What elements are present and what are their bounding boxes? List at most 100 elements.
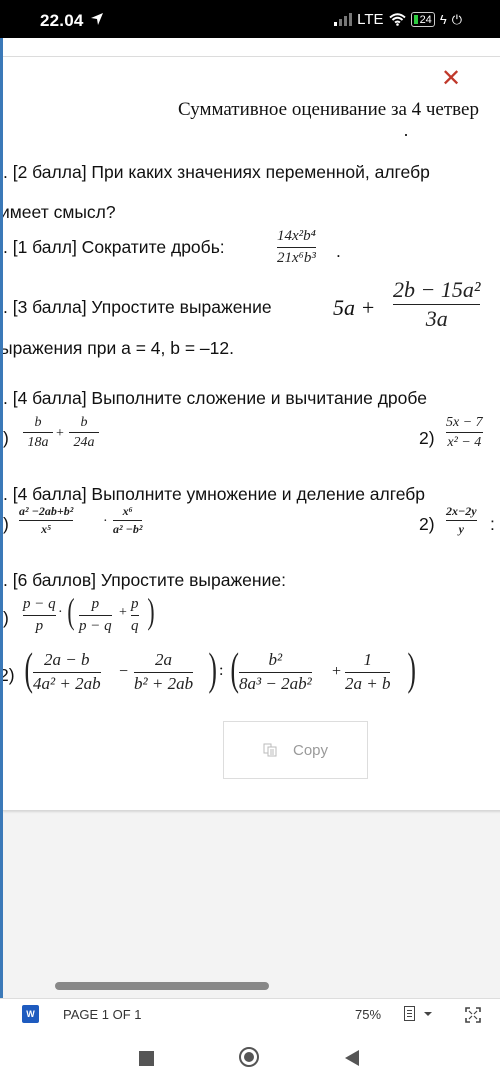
- question-3-continuation: ыражения при a = 4, b = –12.: [3, 338, 234, 358]
- question-2: . [1 балл] Сократите дробь:: [3, 237, 225, 257]
- q3-fraction: 2b − 15a² 3a: [393, 277, 481, 332]
- fraction-denominator: q: [131, 617, 139, 634]
- zoom-level[interactable]: 75%: [355, 1007, 381, 1022]
- q6-part1-fraction-3: p q: [131, 596, 139, 634]
- q4-part1-fraction-2: b 24a: [69, 415, 99, 451]
- q6-part1-operator-1: ·: [58, 605, 63, 620]
- fraction-denominator: x⁵: [41, 522, 52, 537]
- document-title: Суммативное оценивание за 4 четвер: [178, 99, 479, 120]
- fraction-bar: [33, 671, 101, 673]
- chevron-down-icon[interactable]: [424, 1012, 432, 1016]
- recents-icon[interactable]: [139, 1051, 154, 1066]
- question-3: . [3 балла] Упростите выражение: [3, 297, 272, 317]
- fraction-bar: [131, 614, 139, 616]
- fraction-bar: [23, 432, 53, 434]
- battery-icon: 24: [410, 12, 435, 27]
- fraction-bar: [23, 614, 56, 616]
- q6-close-paren: ): [147, 591, 155, 631]
- q6-part2-fraction-4: 1 2a + b: [345, 650, 391, 693]
- back-icon[interactable]: [345, 1050, 359, 1066]
- close-icon[interactable]: ✕: [441, 67, 461, 91]
- network-type: LTE: [357, 11, 384, 28]
- q5-part2-fraction: 2x−2y y: [446, 504, 477, 537]
- q5-part1-label: ): [3, 514, 9, 534]
- fraction-bar: [277, 246, 316, 248]
- fraction-numerator: 1: [363, 650, 372, 669]
- fraction-denominator: 3a: [425, 306, 448, 332]
- clock: 22.04: [40, 11, 84, 30]
- q4-operator: +: [56, 426, 64, 441]
- fraction-numerator: b²: [268, 650, 283, 669]
- fraction-denominator: 4a² + 2ab: [33, 673, 101, 693]
- location-arrow-icon: [91, 13, 103, 25]
- home-icon[interactable]: [239, 1047, 259, 1067]
- fraction-denominator: 2a + b: [345, 673, 391, 693]
- q5-part2-suffix: :: [490, 514, 495, 534]
- fraction-bar: [446, 432, 483, 434]
- fraction-denominator: p: [35, 617, 44, 634]
- status-bar: 22.04 LTE 24 ϟ ⏻: [0, 0, 500, 38]
- page-indicator: PAGE 1 OF 1: [63, 1007, 142, 1022]
- fraction-denominator: 24a: [73, 435, 95, 451]
- question-1-continuation: имеет смысл?: [3, 202, 116, 222]
- q5-part1-fraction-2: x⁶ a² −b²: [113, 504, 143, 537]
- fraction-denominator: y: [458, 522, 464, 537]
- horizontal-scrollbar[interactable]: [55, 982, 269, 990]
- fraction-bar: [239, 671, 312, 673]
- q4-part1-fraction-1: b 18a: [23, 415, 53, 451]
- q6-part2-operator-1: −: [119, 663, 129, 680]
- fraction-numerator: 5x − 7: [446, 415, 483, 430]
- fraction-numerator: a² −2ab+b²: [19, 504, 74, 518]
- q6-part2-open-paren-2: (: [230, 643, 239, 694]
- fraction-numerator: b: [34, 415, 42, 430]
- q3-expression-prefix: 5a +: [333, 295, 376, 320]
- fraction-bar: [393, 304, 481, 306]
- q6-part2-close-paren-2: ): [407, 643, 416, 694]
- question-5: . [4 балла] Выполните умножение и делени…: [3, 484, 426, 504]
- copy-button[interactable]: Copy: [223, 721, 368, 779]
- fraction-bar: [134, 671, 194, 673]
- q6-open-paren: (: [67, 591, 75, 631]
- q4-part2-fraction: 5x − 7 x² − 4: [446, 415, 483, 451]
- q6-part1-fraction-2: p p − q: [79, 596, 112, 634]
- fraction-numerator: 2a: [155, 650, 173, 669]
- q6-part2-label: 2): [3, 665, 15, 685]
- word-icon: W: [22, 1005, 39, 1023]
- q6-part1-label: ): [3, 608, 9, 628]
- fraction-denominator: 18a: [27, 435, 49, 451]
- q4-part2-label: 2): [419, 428, 435, 448]
- fraction-denominator: 21x⁶b³: [277, 249, 316, 266]
- q6-part2-fraction-1: 2a − b 4a² + 2ab: [33, 650, 101, 693]
- reading-view-icon[interactable]: [404, 1006, 415, 1021]
- fraction-bar: [446, 520, 477, 522]
- fraction-numerator: 2a − b: [44, 650, 90, 669]
- q6-part2-operator-3: +: [332, 663, 342, 680]
- fraction-bar: [19, 520, 74, 522]
- fraction-denominator: b² + 2ab: [134, 673, 194, 693]
- q2-fraction: 14x²b⁴ 21x⁶b³: [277, 228, 316, 266]
- fraction-denominator: a² −b²: [113, 522, 143, 537]
- bullet-dot: [405, 134, 407, 136]
- q5-part1-fraction-1: a² −2ab+b² x⁵: [19, 504, 74, 537]
- page-divider: [3, 56, 500, 57]
- system-nav-bar: [0, 1033, 500, 1083]
- fraction-bar: [69, 432, 99, 434]
- document-viewport[interactable]: ✕ Суммативное оценивание за 4 четвер . […: [3, 38, 500, 998]
- q6-part2-open-paren-1: (: [24, 643, 33, 694]
- copy-label: Copy: [292, 741, 329, 759]
- fraction-numerator: p − q: [23, 596, 56, 612]
- q6-part2-operator-2: :: [219, 662, 224, 679]
- data-saver-icon: ⏻: [451, 11, 462, 27]
- fullscreen-icon[interactable]: [465, 1007, 481, 1023]
- wifi-icon: [388, 13, 406, 26]
- fraction-bar: [79, 614, 112, 616]
- fraction-numerator: b: [80, 415, 88, 430]
- q6-part2-close-paren-1: ): [208, 643, 217, 694]
- q6-part2-fraction-2: 2a b² + 2ab: [134, 650, 194, 693]
- fraction-numerator: 2b − 15a²: [393, 277, 481, 302]
- q6-part1-fraction-1: p − q p: [23, 596, 56, 634]
- fraction-bar: [345, 671, 391, 673]
- q6-part1-operator-2: +: [119, 605, 127, 620]
- fraction-numerator: x⁶: [122, 504, 133, 518]
- charging-icon: ϟ: [439, 12, 447, 27]
